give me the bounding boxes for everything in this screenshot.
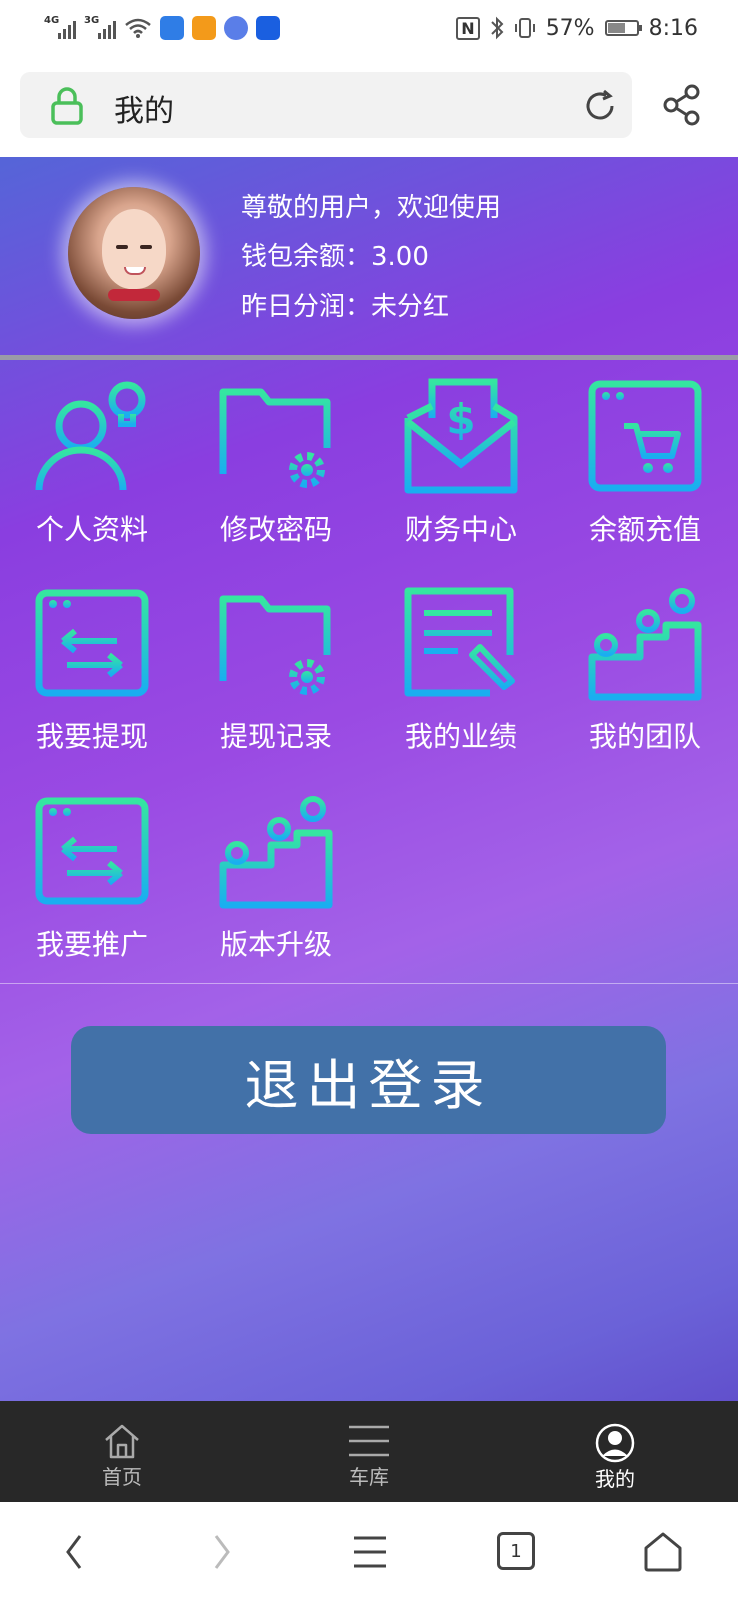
tab-garage[interactable]: 车库 [299, 1401, 439, 1502]
menu-item-label: 我要提现 [35, 720, 148, 753]
browser-transfer-icon [35, 589, 149, 697]
menu-icon[interactable] [350, 1530, 390, 1574]
yesterday-dividend: 昨日分润：未分红 [241, 292, 450, 322]
menu-item-label: 个人资料 [35, 513, 148, 546]
tab-label: 首页 [102, 1465, 142, 1489]
home-icon[interactable] [642, 1530, 684, 1574]
browser-toolbar: 我的 [0, 56, 738, 157]
network-type-label-2: 3G [84, 15, 100, 26]
divider [0, 355, 738, 360]
battery-percent: 57% [545, 15, 595, 41]
tab-mine[interactable]: 我的 [545, 1401, 685, 1502]
status-right: N 57% 8:16 [456, 16, 698, 41]
menu-item-label: 余额充值 [588, 513, 701, 546]
bottom-tab-bar: 首页 车库 我的 [0, 1401, 738, 1502]
folder-gear-icon [219, 595, 331, 695]
vibrate-icon [514, 18, 535, 38]
bluetooth-icon [490, 16, 504, 40]
battery-icon [604, 20, 642, 36]
menu-item-label: 我要推广 [35, 928, 148, 961]
svg-text:$: $ [446, 395, 475, 444]
document-edit-icon [404, 587, 515, 697]
menu-item-finance-center[interactable]: $ 财务中心 [376, 378, 546, 548]
status-bar: 4G 3G N 57% 8:16 [0, 0, 738, 56]
menu-item-label: 版本升级 [219, 928, 332, 961]
app-notification-icon [256, 16, 280, 40]
menu-item-version-upgrade[interactable]: 版本升级 [191, 793, 361, 963]
wifi-icon [125, 18, 151, 38]
divider [0, 983, 738, 984]
greeting-text: 尊敬的用户，欢迎使用 [241, 193, 502, 223]
tab-count: 1 [510, 1540, 522, 1562]
network-type-label: 4G [44, 15, 60, 26]
menu-item-withdraw[interactable]: 我要提现 [7, 585, 177, 755]
money-envelope-icon: $ [404, 378, 518, 494]
page-title: 我的 [114, 94, 174, 129]
tabs-button[interactable]: 1 [497, 1532, 535, 1570]
tab-label: 我的 [595, 1467, 635, 1491]
menu-item-my-team[interactable]: 我的团队 [560, 585, 730, 755]
menu-item-profile[interactable]: 个人资料 [7, 378, 177, 548]
menu-lines-icon [349, 1425, 389, 1457]
browser-nav-bar: 1 [0, 1502, 738, 1600]
browser-transfer-icon [35, 797, 149, 905]
menu-item-label: 我的团队 [588, 720, 701, 753]
avatar[interactable] [68, 187, 200, 319]
logout-button[interactable]: 退出登录 [71, 1026, 666, 1134]
wallet-balance: 钱包余额：3.00 [241, 242, 429, 272]
signal-icon: 4G [44, 15, 76, 39]
team-icon [219, 796, 333, 909]
menu-item-label: 财务中心 [404, 513, 517, 546]
menu-item-label: 我的业绩 [404, 720, 517, 753]
user-avatar-icon [595, 1423, 635, 1463]
music-app-icon [224, 16, 248, 40]
lock-icon [51, 87, 83, 125]
main-panel: 尊敬的用户，欢迎使用 钱包余额：3.00 昨日分润：未分红 个人资料 修改密码 [0, 157, 738, 1401]
menu-item-my-performance[interactable]: 我的业绩 [376, 585, 546, 755]
menu-item-withdraw-records[interactable]: 提现记录 [191, 585, 361, 755]
tab-home[interactable]: 首页 [52, 1401, 192, 1502]
status-left: 4G 3G [44, 15, 280, 40]
nfc-icon: N [456, 16, 480, 40]
menu-item-change-password[interactable]: 修改密码 [191, 378, 361, 548]
user-idea-icon [35, 381, 146, 491]
forward-icon[interactable] [206, 1530, 236, 1574]
folder-gear-icon [219, 388, 331, 488]
menu-item-promote[interactable]: 我要推广 [7, 793, 177, 963]
home-icon [105, 1424, 139, 1459]
tab-label: 车库 [349, 1465, 389, 1489]
app-notification-icon [160, 16, 184, 40]
browser-cart-icon [588, 380, 702, 492]
menu-item-label: 提现记录 [219, 720, 332, 753]
share-icon[interactable] [662, 84, 702, 126]
menu-item-label: 修改密码 [219, 513, 332, 546]
clock: 8:16 [648, 15, 698, 41]
profile-header: 尊敬的用户，欢迎使用 钱包余额：3.00 昨日分润：未分红 [0, 157, 738, 360]
app-notification-icon [192, 16, 216, 40]
team-icon [588, 588, 702, 701]
refresh-icon[interactable] [582, 88, 618, 124]
menu-item-recharge[interactable]: 余额充值 [560, 378, 730, 548]
address-bar[interactable]: 我的 [20, 72, 632, 138]
back-icon[interactable] [60, 1530, 90, 1574]
signal-icon-2: 3G [84, 15, 116, 39]
